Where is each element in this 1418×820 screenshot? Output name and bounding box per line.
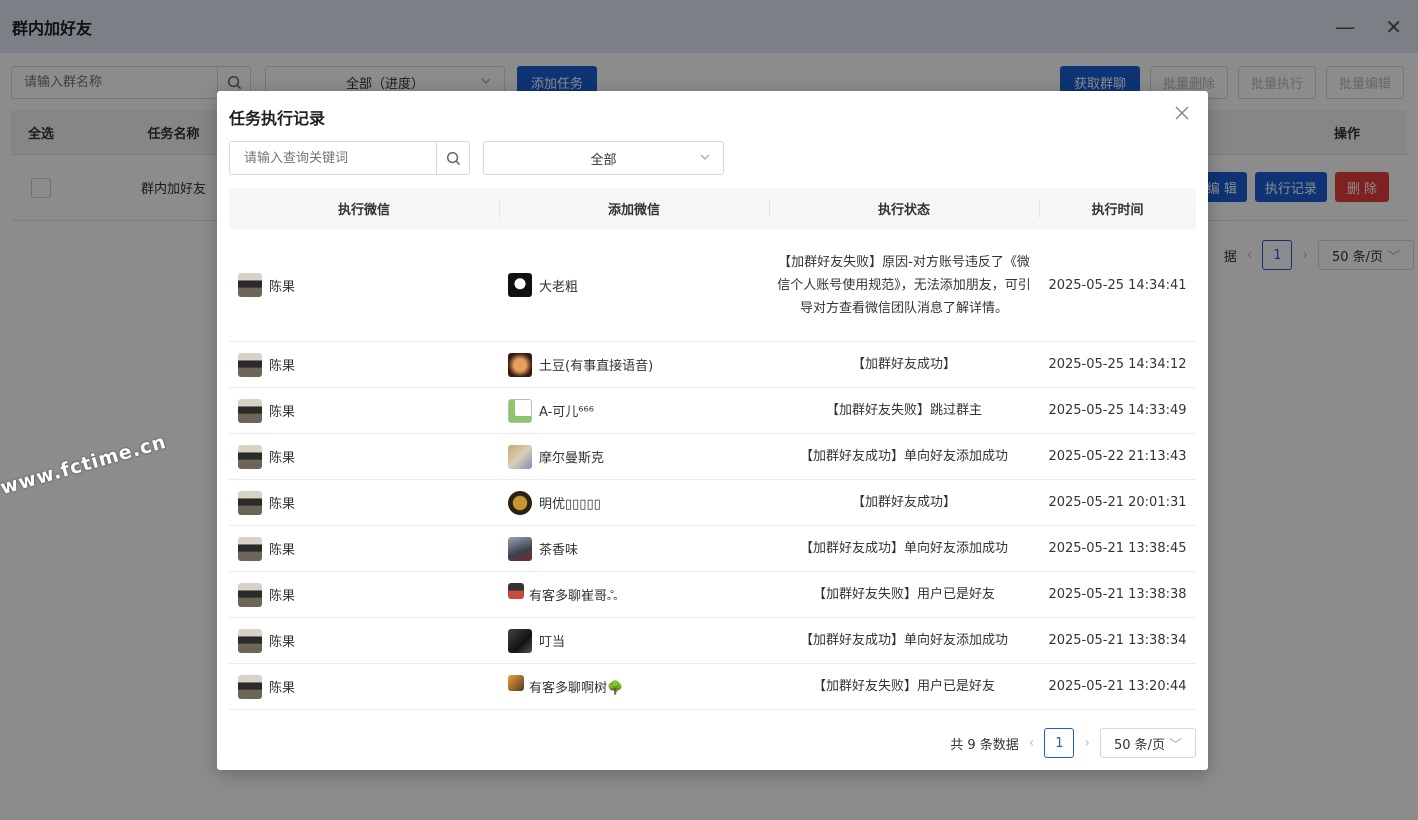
- avatar: [238, 628, 262, 653]
- exec-time: 2025-05-25 14:34:41: [1048, 277, 1187, 293]
- status-filter-select[interactable]: 全部: [483, 141, 724, 175]
- exec-time: 2025-05-21 13:38:45: [1048, 541, 1187, 556]
- col-time: 执行时间: [1039, 188, 1196, 229]
- close-icon[interactable]: [1172, 103, 1192, 123]
- exec-wechat-name: 陈果: [269, 405, 296, 420]
- exec-time: 2025-05-21 13:38:34: [1048, 633, 1187, 648]
- avatar: [508, 490, 532, 515]
- avatar: [508, 583, 524, 599]
- table-row: 陈果 土豆(有事直接语音) 【加群好友成功】 2025-05-25 14:34:…: [229, 342, 1196, 388]
- exec-wechat-name: 陈果: [269, 543, 296, 558]
- total-count: 共 9 条数据: [950, 737, 1019, 753]
- added-wechat-name: 大老粗: [539, 279, 579, 295]
- exec-wechat-name: 陈果: [269, 359, 296, 374]
- status-text: 【加群好友成功】单向好友添加成功: [799, 633, 1008, 648]
- added-wechat-name: 土豆(有事直接语音): [539, 359, 654, 374]
- avatar: [508, 352, 532, 377]
- avatar: [238, 582, 262, 607]
- col-status: 执行状态: [769, 188, 1039, 229]
- table-row: 陈果 有客多聊崔哥ஃ 【加群好友失败】用户已是好友 2025-05-21 13:…: [229, 572, 1196, 618]
- status-text: 【加群好友成功】: [851, 357, 956, 372]
- avatar: [238, 536, 262, 561]
- record-table: 执行微信 添加微信 执行状态 执行时间 陈果 大老粗 【加群好友失败】原因-对方…: [229, 188, 1196, 710]
- avatar: [508, 675, 524, 691]
- page-size-value: 50 条/页: [1113, 737, 1166, 753]
- chevron-down-icon: [699, 151, 711, 167]
- added-wechat-name: 明优▯▯▯▯▯: [539, 497, 601, 512]
- exec-wechat-name: 陈果: [269, 497, 296, 512]
- search-icon[interactable]: [436, 142, 469, 174]
- keyword-search-input[interactable]: [230, 142, 436, 174]
- exec-wechat-name: 陈果: [269, 589, 296, 604]
- avatar: [508, 536, 532, 561]
- avatar: [238, 444, 262, 469]
- added-wechat-name: 茶香味: [539, 543, 579, 558]
- exec-time: 2025-05-25 14:34:12: [1048, 357, 1187, 372]
- page-number[interactable]: 1: [1044, 728, 1075, 758]
- page-size-select[interactable]: 50 条/页 ﹀: [1100, 728, 1196, 758]
- table-row: 陈果 大老粗 【加群好友失败】原因-对方账号违反了《微信个人账号使用规范》，无法…: [229, 229, 1196, 342]
- avatar: [508, 273, 532, 297]
- exec-time: 2025-05-25 14:33:49: [1048, 403, 1187, 418]
- exec-record-dialog: 任务执行记录 全部 执行微信 添加微信 执行状态 执行时间 陈果 大老粗 【加群…: [217, 91, 1208, 770]
- status-filter-value: 全部: [590, 152, 617, 168]
- avatar: [238, 398, 262, 423]
- exec-wechat-name: 陈果: [269, 451, 296, 466]
- avatar: [238, 273, 262, 297]
- table-row: 陈果 叮当 【加群好友成功】单向好友添加成功 2025-05-21 13:38:…: [229, 618, 1196, 664]
- exec-wechat-name: 陈果: [269, 635, 296, 650]
- exec-wechat-name: 陈果: [269, 279, 296, 295]
- exec-time: 2025-05-22 21:13:43: [1048, 449, 1187, 464]
- status-text: 【加群好友失败】用户已是好友: [812, 679, 995, 694]
- keyword-search-box: [229, 141, 470, 175]
- table-row: 陈果 A-可儿⁶⁶⁶ 【加群好友失败】跳过群主 2025-05-25 14:33…: [229, 388, 1196, 434]
- table-row: 陈果 有客多聊啊树🌳 【加群好友失败】用户已是好友 2025-05-21 13:…: [229, 664, 1196, 710]
- chevron-down-icon: ﹀: [1169, 737, 1183, 753]
- dialog-title: 任务执行记录: [229, 109, 326, 128]
- next-page-icon[interactable]: ›: [1084, 735, 1090, 751]
- avatar: [238, 490, 262, 515]
- broken-image-icon: [508, 398, 532, 423]
- status-text: 【加群好友成功】单向好友添加成功: [799, 449, 1008, 464]
- table-row: 陈果 明优▯▯▯▯▯ 【加群好友成功】 2025-05-21 20:01:31: [229, 480, 1196, 526]
- exec-time: 2025-05-21 13:20:44: [1048, 679, 1187, 694]
- exec-wechat-name: 陈果: [269, 681, 296, 696]
- table-row: 陈果 茶香味 【加群好友成功】单向好友添加成功 2025-05-21 13:38…: [229, 526, 1196, 572]
- avatar: [238, 352, 262, 377]
- col-exec-wechat: 执行微信: [337, 203, 390, 218]
- added-wechat-name: A-可儿⁶⁶⁶: [539, 405, 594, 420]
- record-pagination: 共 9 条数据 ‹ 1 › 50 条/页 ﹀: [950, 728, 1196, 758]
- status-text: 【加群好友失败】用户已是好友: [812, 587, 995, 602]
- record-table-header: 执行微信 添加微信 执行状态 执行时间: [229, 188, 1196, 229]
- col-added-wechat: 添加微信: [499, 188, 769, 229]
- status-text: 【加群好友失败】跳过群主: [825, 403, 982, 418]
- status-text: 【加群好友失败】原因-对方账号违反了《微信个人账号使用规范》，无法添加朋友，可引…: [777, 254, 1031, 316]
- prev-page-icon[interactable]: ‹: [1029, 735, 1035, 751]
- status-text: 【加群好友成功】: [851, 495, 956, 510]
- avatar: [238, 674, 262, 699]
- added-wechat-name: 摩尔曼斯克: [539, 451, 605, 466]
- status-text: 【加群好友成功】单向好友添加成功: [799, 541, 1008, 556]
- exec-time: 2025-05-21 13:38:38: [1048, 587, 1187, 602]
- added-wechat-name: 叮当: [539, 635, 566, 650]
- added-wechat-name: 有客多聊崔哥ஃ: [529, 588, 618, 604]
- table-row: 陈果 摩尔曼斯克 【加群好友成功】单向好友添加成功 2025-05-22 21:…: [229, 434, 1196, 480]
- avatar: [508, 444, 532, 469]
- added-wechat-name: 有客多聊啊树🌳: [529, 681, 624, 696]
- avatar: [508, 628, 532, 653]
- exec-time: 2025-05-21 20:01:31: [1048, 495, 1187, 510]
